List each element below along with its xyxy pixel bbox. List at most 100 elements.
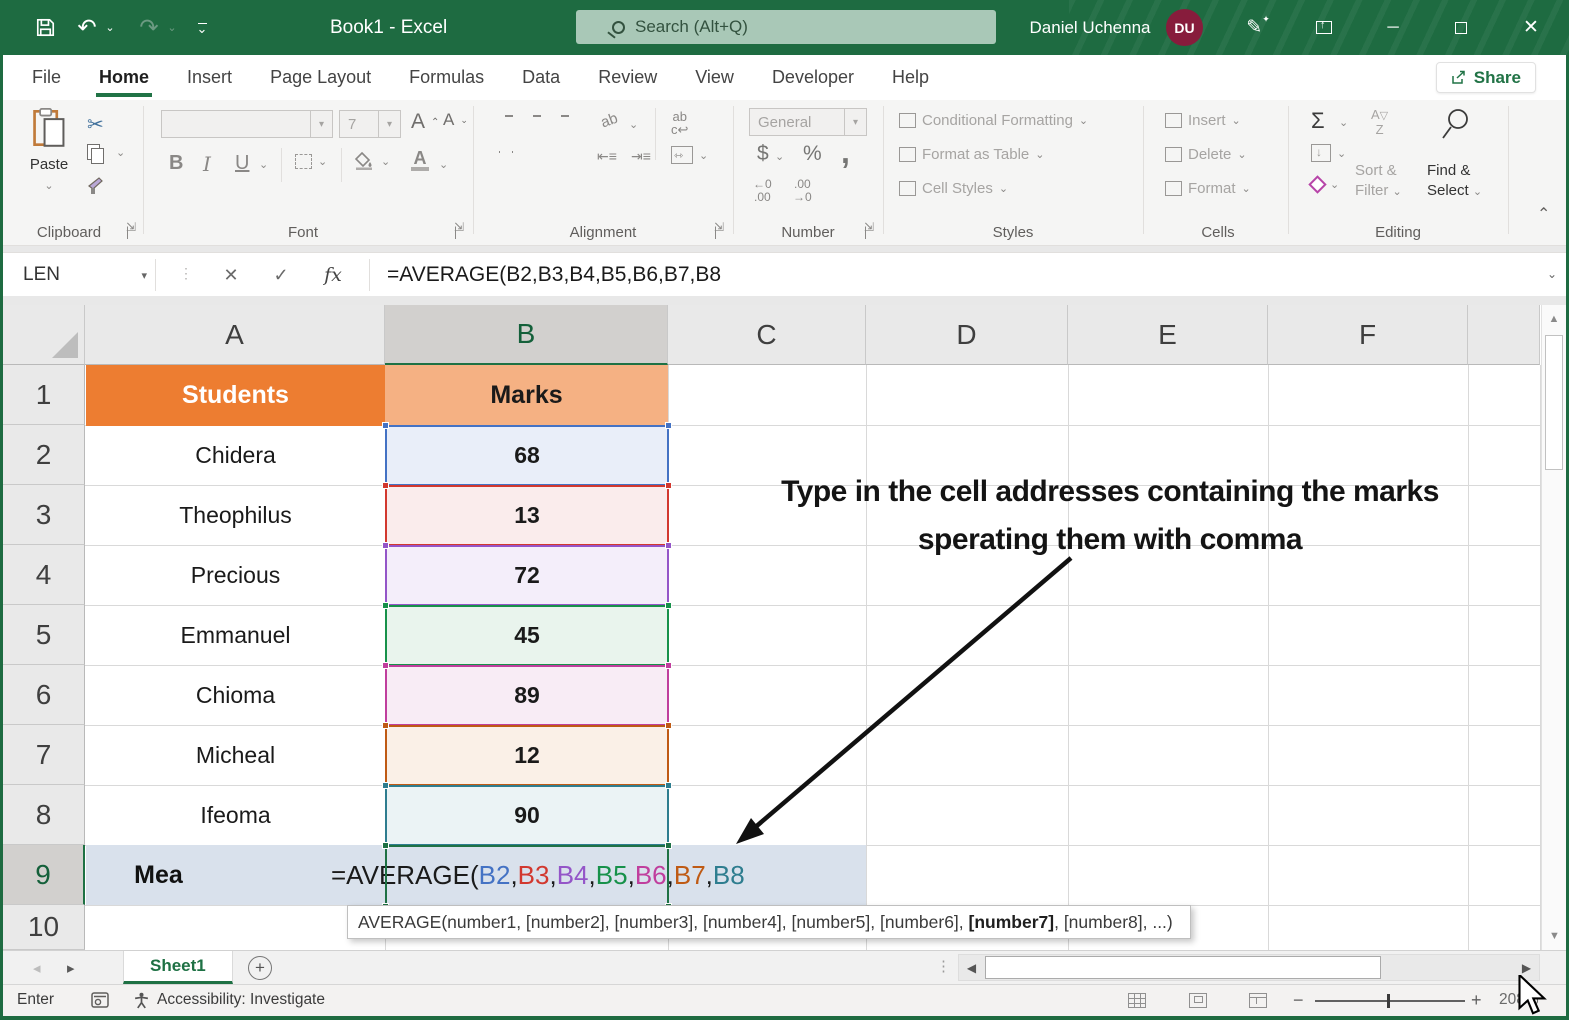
- scroll-down-icon[interactable]: ▼: [1542, 930, 1567, 942]
- tab-help[interactable]: Help: [873, 55, 948, 100]
- format-painter-icon[interactable]: [87, 176, 107, 194]
- font-dialog-launcher-icon[interactable]: [455, 226, 468, 239]
- undo-button[interactable]: ↶: [72, 0, 102, 55]
- tab-view[interactable]: View: [676, 55, 753, 100]
- cell-B7[interactable]: 12: [385, 725, 669, 786]
- select-all-button[interactable]: [3, 305, 85, 365]
- increase-indent-icon[interactable]: ⇥≡: [631, 148, 651, 165]
- increase-decimal-icon[interactable]: ←0.00: [753, 178, 772, 204]
- bold-button[interactable]: B: [169, 152, 183, 175]
- borders-dropdown-icon[interactable]: ⌄: [318, 155, 327, 168]
- tab-data[interactable]: Data: [503, 55, 579, 100]
- maximize-button[interactable]: [1430, 0, 1492, 55]
- font-color-icon[interactable]: A: [411, 150, 429, 171]
- cell-A7[interactable]: Micheal: [86, 725, 385, 785]
- sheet-tab-active[interactable]: Sheet1: [123, 951, 233, 984]
- font-color-dropdown-icon[interactable]: ⌄: [439, 158, 448, 171]
- row-header-3[interactable]: 3: [3, 485, 85, 545]
- copy-icon[interactable]: ⌄: [87, 144, 125, 160]
- alignment-dialog-launcher-icon[interactable]: [715, 226, 728, 239]
- cell-B4[interactable]: 72: [385, 545, 669, 606]
- undo-dropdown-icon[interactable]: ⌄: [102, 0, 118, 55]
- column-header-D[interactable]: D: [866, 305, 1068, 365]
- cell-A9[interactable]: Mea: [86, 845, 231, 905]
- tab-review[interactable]: Review: [579, 55, 676, 100]
- accessibility-icon[interactable]: [133, 992, 150, 1014]
- zoom-in-icon[interactable]: +: [1471, 990, 1482, 1011]
- name-box[interactable]: LEN ▾: [11, 259, 155, 291]
- autosum-dropdown-icon[interactable]: ⌄: [1339, 116, 1348, 129]
- borders-icon[interactable]: ⌄: [295, 154, 327, 169]
- page-break-view-icon[interactable]: [1249, 993, 1267, 1008]
- row-header-1[interactable]: 1: [3, 365, 85, 425]
- ribbon-display-options-icon[interactable]: [1304, 0, 1344, 55]
- tab-scroll-splitter[interactable]: ⋮: [936, 957, 952, 975]
- horizontal-scrollbar-thumb[interactable]: [985, 956, 1381, 979]
- align-middle-icon[interactable]: [527, 112, 547, 120]
- horizontal-scrollbar[interactable]: ◀ ▶: [958, 954, 1540, 981]
- close-button[interactable]: ✕: [1500, 0, 1562, 55]
- cell-A6[interactable]: Chioma: [86, 665, 385, 725]
- paste-dropdown-icon[interactable]: ⌄: [44, 179, 53, 192]
- user-name[interactable]: Daniel Uchenna: [1020, 0, 1160, 55]
- formula-bar-splitter[interactable]: ⋮: [179, 265, 194, 282]
- vertical-scrollbar[interactable]: ▲ ▼: [1541, 305, 1566, 950]
- fill-color-icon[interactable]: ⌄: [355, 152, 390, 170]
- save-icon[interactable]: [28, 0, 62, 55]
- decrease-decimal-icon[interactable]: .00→0: [793, 178, 812, 204]
- fill-color-dropdown-icon[interactable]: ⌄: [381, 155, 390, 168]
- underline-dropdown-icon[interactable]: ⌄: [259, 158, 268, 171]
- copy-dropdown-icon[interactable]: ⌄: [116, 146, 125, 159]
- currency-dropdown-icon[interactable]: ⌄: [775, 150, 784, 163]
- cell-B2[interactable]: 68: [385, 425, 669, 486]
- comma-style-icon[interactable]: ,: [841, 134, 850, 171]
- cell-A8[interactable]: Ifeoma: [86, 785, 385, 845]
- name-box-dropdown-icon[interactable]: ▾: [141, 269, 147, 282]
- font-size-dropdown-icon[interactable]: ▾: [378, 111, 400, 137]
- tab-insert[interactable]: Insert: [168, 55, 251, 100]
- row-header-6[interactable]: 6: [3, 665, 85, 725]
- cell-A5[interactable]: Emmanuel: [86, 605, 385, 665]
- decrease-font-icon[interactable]: A⌄: [443, 110, 468, 130]
- clipboard-dialog-launcher-icon[interactable]: [127, 226, 140, 239]
- next-sheet-icon[interactable]: ▸: [67, 959, 75, 977]
- selection-handle[interactable]: [665, 842, 672, 849]
- number-format-select[interactable]: General ▾: [749, 108, 867, 136]
- clear-icon[interactable]: ⌄: [1311, 178, 1339, 191]
- zoom-out-icon[interactable]: −: [1293, 990, 1304, 1011]
- page-layout-view-icon[interactable]: [1189, 993, 1207, 1008]
- find-select-icon[interactable]: [1441, 108, 1471, 142]
- tab-developer[interactable]: Developer: [753, 55, 873, 100]
- row-header-9[interactable]: 9: [3, 845, 85, 905]
- cell-B5[interactable]: 45: [385, 605, 669, 666]
- align-left-icon[interactable]: [493, 148, 513, 156]
- tab-page-layout[interactable]: Page Layout: [251, 55, 390, 100]
- column-header-F[interactable]: F: [1268, 305, 1468, 365]
- row-header-4[interactable]: 4: [3, 545, 85, 605]
- cell-A1[interactable]: Students: [86, 365, 385, 426]
- orientation-icon[interactable]: ab: [599, 110, 620, 132]
- row-header-10[interactable]: 10: [3, 905, 85, 950]
- cell-B6[interactable]: 89: [385, 665, 669, 726]
- cell-A3[interactable]: Theophilus: [86, 485, 385, 545]
- search-input[interactable]: Search (Alt+Q): [576, 10, 996, 44]
- avatar[interactable]: DU: [1166, 9, 1203, 46]
- row-header-5[interactable]: 5: [3, 605, 85, 665]
- italic-button[interactable]: I: [203, 152, 211, 176]
- tab-home[interactable]: Home: [80, 55, 168, 100]
- scroll-up-icon[interactable]: ▲: [1542, 313, 1566, 325]
- font-size-select[interactable]: 7 ▾: [339, 110, 401, 138]
- merge-center-icon[interactable]: ⇿ ⌄: [671, 146, 708, 164]
- insert-function-icon[interactable]: fx: [311, 259, 355, 291]
- zoom-slider[interactable]: [1315, 1000, 1465, 1002]
- expand-formula-bar-icon[interactable]: ⌄: [1547, 267, 1557, 281]
- decrease-indent-icon[interactable]: ⇤≡: [597, 148, 617, 165]
- font-name-select[interactable]: ▾: [161, 110, 333, 138]
- formula-bar-input[interactable]: =AVERAGE(B2,B3,B4,B5,B6,B7,B8: [387, 259, 721, 291]
- cell-A4[interactable]: Precious: [86, 545, 385, 605]
- merge-dropdown-icon[interactable]: ⌄: [699, 149, 708, 162]
- cell-B8[interactable]: 90: [385, 785, 669, 846]
- column-header-partial[interactable]: [1468, 305, 1540, 365]
- tab-file[interactable]: File: [13, 55, 80, 100]
- vertical-scrollbar-thumb[interactable]: [1545, 335, 1563, 470]
